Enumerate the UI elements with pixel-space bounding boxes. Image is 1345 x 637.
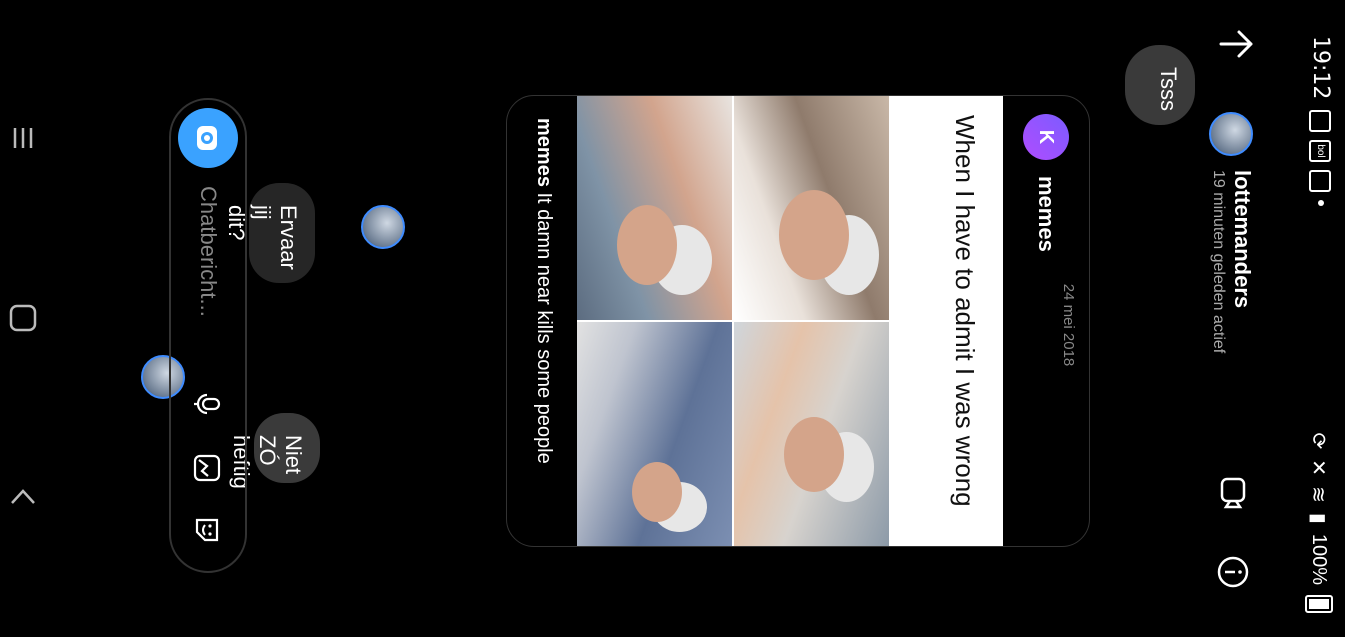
post-description: memes It damn near kills some people xyxy=(533,118,555,464)
notification-icon xyxy=(1309,110,1331,132)
message-input[interactable]: Chatbericht... xyxy=(195,186,221,317)
status-bar: 19:12 bol ⟳ ✕ ≋ ▮ 100% xyxy=(1290,0,1345,637)
shared-post-card[interactable]: K memes When I have to admit I was wrong xyxy=(506,95,1090,547)
back-arrow-icon[interactable] xyxy=(1217,24,1257,64)
sync-icon: ⟳ xyxy=(1307,432,1330,450)
meme-photo xyxy=(577,95,732,320)
meme-photo-grid xyxy=(577,95,889,547)
meme-photo xyxy=(734,95,889,320)
activity-status: 19 minuten geleden actief xyxy=(1210,170,1227,354)
memes-logo-icon: K xyxy=(1023,114,1069,160)
battery-icon xyxy=(1305,595,1333,613)
chat-header: lottemanders 19 minuten geleden actief xyxy=(1185,0,1275,637)
mute-icon: ✕ xyxy=(1307,459,1330,477)
meme-caption: When I have to admit I was wrong xyxy=(950,115,980,507)
message-bubble-out[interactable]: Tsss xyxy=(1125,45,1195,125)
sender-avatar[interactable] xyxy=(361,205,405,249)
camera-icon xyxy=(197,126,217,150)
message-bubble-out[interactable]: Niet ZÓ heftig xyxy=(229,413,320,489)
app-icon xyxy=(1309,170,1331,192)
video-call-icon[interactable] xyxy=(1216,475,1250,509)
notification-icons: bol xyxy=(1309,110,1331,206)
signal-icon: ▮ xyxy=(1307,512,1330,524)
avatar[interactable] xyxy=(1209,112,1253,156)
meme-photo xyxy=(734,322,889,547)
system-icons: ⟳ ✕ ≋ ▮ 100% xyxy=(1305,433,1333,613)
back-icon[interactable] xyxy=(6,479,40,513)
more-notifications-icon xyxy=(1318,200,1324,206)
message-composer: Chatbericht... xyxy=(169,98,247,573)
sticker-icon[interactable] xyxy=(191,514,223,546)
username[interactable]: lottemanders xyxy=(1229,170,1255,308)
message-bubble-in[interactable]: Ervaar jij dit? xyxy=(224,183,315,283)
gallery-icon[interactable] xyxy=(191,452,223,484)
meme-image[interactable]: When I have to admit I was wrong xyxy=(577,95,1003,547)
message-thread: Tsss K memes When I have to admit I was … xyxy=(141,0,1195,637)
microphone-icon[interactable] xyxy=(191,388,223,420)
camera-button[interactable] xyxy=(178,108,238,168)
status-time: 19:12 xyxy=(1308,36,1333,100)
recents-icon[interactable] xyxy=(6,121,40,155)
phone-screen: 19:12 bol ⟳ ✕ ≋ ▮ 100% lottemanders 19 m… xyxy=(0,0,1345,637)
bol-icon: bol xyxy=(1309,140,1331,162)
info-icon[interactable] xyxy=(1216,555,1250,589)
home-icon[interactable] xyxy=(6,301,40,335)
wifi-icon: ≋ xyxy=(1307,486,1330,503)
date-separator: 24 mei 2018 xyxy=(1060,283,1077,367)
meme-photo xyxy=(577,322,732,547)
post-account-name[interactable]: memes xyxy=(1033,176,1059,252)
battery-percent: 100% xyxy=(1308,533,1331,585)
navigation-bar xyxy=(0,0,60,637)
